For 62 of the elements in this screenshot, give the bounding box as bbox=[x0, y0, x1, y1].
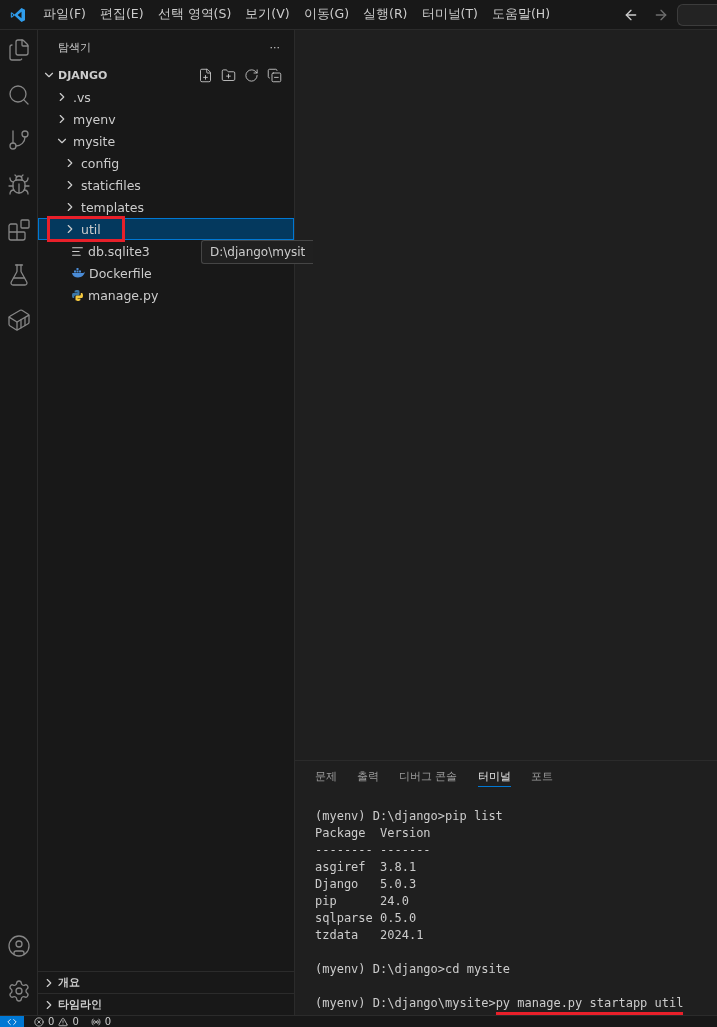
terminal-line: (myenv) D:\django>cd mysite bbox=[315, 962, 511, 976]
terminal-line: sqlparse 0.5.0 bbox=[315, 911, 417, 925]
terminal-line: (myenv) D:\django>pip list bbox=[315, 809, 503, 823]
section-header[interactable]: 개요 bbox=[38, 971, 294, 993]
folder-item[interactable]: mysite bbox=[38, 130, 294, 152]
menu-item[interactable]: 편집(E) bbox=[92, 6, 151, 23]
menu-item[interactable]: 도움말(H) bbox=[484, 6, 558, 23]
command-search-field[interactable] bbox=[677, 3, 717, 26]
terminal-line: asgiref 3.8.1 bbox=[315, 860, 417, 874]
menu-item[interactable]: 보기(V) bbox=[238, 6, 297, 23]
broadcast-icon[interactable] bbox=[90, 1016, 101, 1027]
account-icon[interactable] bbox=[6, 934, 31, 958]
refresh-icon[interactable] bbox=[244, 67, 259, 83]
blocks-icon[interactable] bbox=[6, 218, 31, 242]
path-tooltip: D:\django\mysit bbox=[201, 240, 314, 264]
error-icon[interactable] bbox=[34, 1016, 44, 1027]
folder-item[interactable]: myenv bbox=[38, 108, 294, 130]
remote-icon bbox=[7, 1016, 17, 1027]
container-icon[interactable] bbox=[6, 308, 31, 332]
terminal-line: tzdata 2024.1 bbox=[315, 928, 424, 942]
more-actions-button[interactable]: ··· bbox=[269, 40, 280, 54]
logo-icon bbox=[10, 6, 26, 23]
lines-icon bbox=[71, 244, 84, 258]
section-header[interactable]: DJANGO bbox=[38, 64, 294, 86]
folder-item[interactable]: templates bbox=[38, 196, 294, 218]
terminal-prompt: (myenv) D:\django\mysite> bbox=[315, 996, 496, 1010]
file-item[interactable]: Dockerfile bbox=[38, 262, 294, 284]
menu-item[interactable]: 선택 영역(S) bbox=[150, 6, 239, 23]
folder-item[interactable]: .vs bbox=[38, 86, 294, 108]
terminal-line: Django 5.0.3 bbox=[315, 877, 417, 891]
error-count: 0 bbox=[48, 1016, 55, 1027]
panel-tab[interactable]: 출력 bbox=[357, 767, 379, 787]
files-icon[interactable] bbox=[6, 38, 31, 62]
sidebar-title: 탐색기 bbox=[58, 39, 91, 55]
panel-tab[interactable]: 문제 bbox=[315, 767, 337, 787]
terminal-line: Package Version bbox=[315, 826, 431, 840]
new-file-icon[interactable] bbox=[198, 67, 213, 83]
branch-icon[interactable] bbox=[6, 128, 31, 152]
warning-count: 0 bbox=[72, 1016, 79, 1027]
search-icon[interactable] bbox=[6, 83, 31, 107]
panel-tab[interactable]: 포트 bbox=[530, 767, 553, 787]
snake-icon bbox=[71, 288, 84, 302]
folder-item[interactable]: util bbox=[38, 218, 294, 240]
folder-item[interactable]: config bbox=[38, 152, 294, 174]
menu-item[interactable]: 터미널(T) bbox=[414, 6, 485, 23]
terminal-line: -------- ------- bbox=[315, 843, 431, 857]
new-folder-icon[interactable] bbox=[221, 67, 236, 83]
panel-tab[interactable]: 터미널 bbox=[477, 767, 511, 787]
settings-icon[interactable] bbox=[6, 979, 31, 1003]
panel-tab[interactable]: 디버그 콘솔 bbox=[399, 767, 458, 787]
port-count: 0 bbox=[104, 1016, 112, 1027]
remote-button[interactable] bbox=[0, 1016, 24, 1027]
terminal-line: pip 24.0 bbox=[315, 894, 409, 908]
whale-icon bbox=[71, 267, 85, 279]
menu-item[interactable]: 이동(G) bbox=[296, 6, 357, 23]
warning-icon[interactable] bbox=[58, 1016, 69, 1027]
collapse-icon[interactable] bbox=[267, 67, 282, 83]
folder-item[interactable]: staticfiles bbox=[38, 174, 294, 196]
bug-icon[interactable] bbox=[6, 173, 31, 197]
file-item[interactable]: manage.py bbox=[38, 284, 294, 306]
menu-item[interactable]: 실행(R) bbox=[356, 6, 415, 23]
menu-item[interactable]: 파일(F) bbox=[36, 6, 93, 23]
